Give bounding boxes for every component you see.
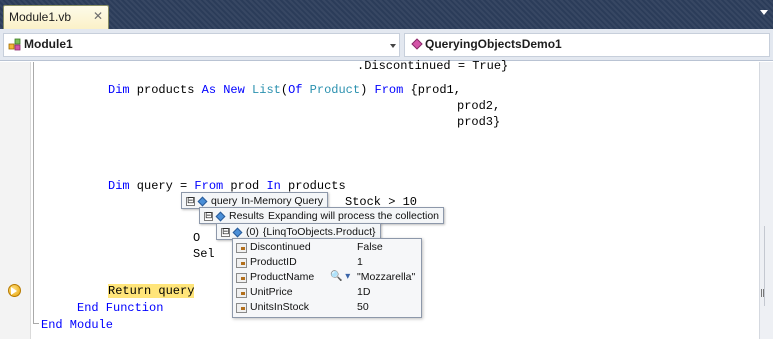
field-icon: [232, 227, 243, 238]
property-name: UnitPrice: [250, 286, 293, 298]
datatip-value: In-Memory Query: [241, 195, 323, 207]
scroll-grip-icon[interactable]: [761, 289, 764, 297]
kw-from: From: [194, 179, 224, 193]
property-value[interactable]: 1D: [357, 286, 370, 298]
next-statement-arrow-icon: [11, 287, 17, 295]
paren-open: (: [280, 83, 289, 97]
property-row[interactable]: ProductID 1: [235, 256, 421, 270]
document-tab-strip: Module1.vb ✕: [0, 0, 773, 29]
type-list: List: [252, 83, 281, 97]
property-name: ProductName: [250, 271, 315, 283]
var-products: products: [129, 83, 202, 97]
current-statement-highlight: Return query: [108, 284, 195, 298]
collection-start: {prod1,: [403, 83, 461, 97]
property-name: Discontinued: [250, 241, 311, 253]
property-icon: [236, 303, 247, 313]
property-row[interactable]: UnitPrice 1D: [235, 286, 421, 300]
kw-as-new: As New: [201, 83, 245, 97]
datatip-name: (0): [246, 226, 259, 238]
code-line-discontinued: .Discontinued = True}: [357, 59, 509, 73]
code-line-order: O: [193, 231, 201, 245]
property-icon: [236, 288, 247, 298]
property-row[interactable]: Discontinued False: [235, 241, 421, 255]
collapse-icon[interactable]: ⊟: [204, 211, 213, 221]
property-icon: [236, 258, 247, 268]
property-value[interactable]: False: [357, 241, 383, 253]
scrollbar-track-line: [764, 226, 765, 306]
member-dropdown[interactable]: QueryingObjectsDemo1: [404, 33, 770, 57]
code-line-products: Dim products As New List(Of Product) Fro…: [108, 82, 461, 98]
tab-dropdown-icon[interactable]: [760, 10, 768, 15]
code-line-end-module: End Module: [41, 318, 114, 332]
indicator-margin[interactable]: [0, 62, 31, 339]
property-value[interactable]: 50: [357, 301, 369, 313]
datatip-name: query: [211, 195, 238, 207]
kw-from: From: [374, 83, 404, 97]
tab-module1-vb[interactable]: Module1.vb ✕: [3, 5, 109, 29]
datatip-results[interactable]: ⊟ Results Expanding will process the colle…: [199, 207, 445, 224]
outlining-end: [33, 323, 39, 324]
var-query: query =: [129, 179, 195, 193]
kw-dim: Dim: [108, 83, 130, 97]
datatip-value: {LinqToObjects.Product}: [262, 226, 376, 238]
property-icon: [236, 273, 247, 283]
close-icon[interactable]: ✕: [91, 8, 105, 24]
navigation-bar: Module1 QueryingObjectsDemo1: [0, 29, 773, 61]
collapse-icon[interactable]: ⊟: [221, 227, 230, 237]
field-icon: [215, 211, 226, 222]
property-row[interactable]: UnitsInStock 50: [235, 301, 421, 315]
collapse-icon[interactable]: ⊟: [186, 196, 195, 206]
property-name: UnitsInStock: [250, 301, 309, 313]
outlining-line: [33, 62, 34, 324]
kw-of: Of: [288, 83, 303, 97]
type-dropdown[interactable]: Module1: [3, 33, 400, 57]
tab-title: Module1.vb: [9, 10, 72, 24]
kw-dim: Dim: [108, 179, 130, 193]
property-name: ProductID: [250, 256, 297, 268]
code-line-return: Return query: [108, 283, 195, 299]
range-var: prod: [223, 179, 267, 193]
member-dropdown-label: QueryingObjectsDemo1: [425, 37, 562, 51]
method-icon: [411, 38, 423, 50]
code-line-prod3: prod3}: [457, 115, 501, 129]
type-dropdown-label: Module1: [24, 37, 73, 51]
property-row[interactable]: ProductName 🔍 ▾ "Mozzarella": [235, 271, 421, 285]
datatip-properties: Discontinued False ProductID 1 ProductNa…: [232, 238, 422, 318]
kw-in: In: [266, 179, 281, 193]
field-icon: [197, 196, 208, 207]
text-visualizer-icon[interactable]: 🔍 ▾: [330, 271, 350, 282]
code-line-select: Sel: [193, 247, 215, 261]
datatip-value: Expanding will process the collection: [268, 210, 440, 222]
datatip-name: Results: [229, 210, 265, 222]
vertical-scrollbar[interactable]: [759, 62, 773, 339]
source-var: products: [280, 179, 346, 193]
type-product: Product: [309, 83, 361, 97]
property-value[interactable]: "Mozzarella": [357, 271, 415, 283]
property-icon: [236, 243, 247, 253]
module-icon: [8, 38, 21, 51]
paren-close: ): [360, 83, 375, 97]
property-value[interactable]: 1: [357, 256, 363, 268]
code-line-prod2: prod2,: [457, 99, 501, 113]
chevron-down-icon[interactable]: [390, 44, 396, 48]
code-line-end-function: End Function: [77, 301, 164, 315]
